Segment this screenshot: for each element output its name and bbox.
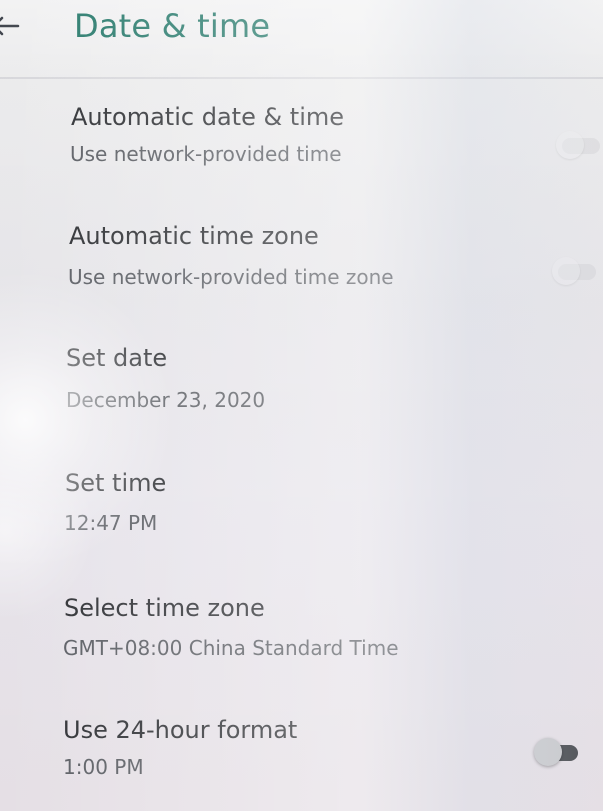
setting-summary: December 23, 2020 bbox=[66, 388, 266, 412]
setting-title: Automatic time zone bbox=[69, 222, 319, 250]
setting-title: Automatic date & time bbox=[71, 103, 345, 131]
setting-summary: GMT+08:00 China Standard Time bbox=[63, 636, 399, 660]
automatic-time-zone-toggle[interactable] bbox=[552, 256, 602, 286]
setting-title: Select time zone bbox=[64, 594, 265, 622]
setting-automatic-time-zone[interactable]: Automatic time zone Use network-provided… bbox=[0, 212, 603, 320]
setting-set-date[interactable]: Set date December 23, 2020 bbox=[0, 334, 603, 442]
toggle-thumb bbox=[552, 257, 580, 285]
setting-summary: Use network-provided time bbox=[70, 142, 342, 166]
setting-title: Set time bbox=[65, 469, 167, 497]
toggle-thumb bbox=[534, 738, 562, 766]
setting-automatic-date-time[interactable]: Automatic date & time Use network-provid… bbox=[0, 92, 603, 200]
setting-select-time-zone[interactable]: Select time zone GMT+08:00 China Standar… bbox=[0, 584, 603, 692]
setting-title: Use 24-hour format bbox=[63, 716, 298, 744]
settings-list: Automatic date & time Use network-provid… bbox=[0, 0, 603, 811]
setting-set-time[interactable]: Set time 12:47 PM bbox=[0, 458, 603, 566]
automatic-date-time-toggle[interactable] bbox=[556, 130, 603, 160]
setting-summary: 1:00 PM bbox=[63, 755, 144, 779]
setting-summary: Use network-provided time zone bbox=[68, 265, 394, 289]
setting-summary: 12:47 PM bbox=[64, 511, 158, 535]
setting-title: Set date bbox=[66, 344, 168, 372]
use-24-hour-format-toggle[interactable] bbox=[534, 737, 584, 767]
setting-use-24-hour-format[interactable]: Use 24-hour format 1:00 PM bbox=[0, 706, 603, 811]
toggle-thumb bbox=[556, 131, 584, 159]
